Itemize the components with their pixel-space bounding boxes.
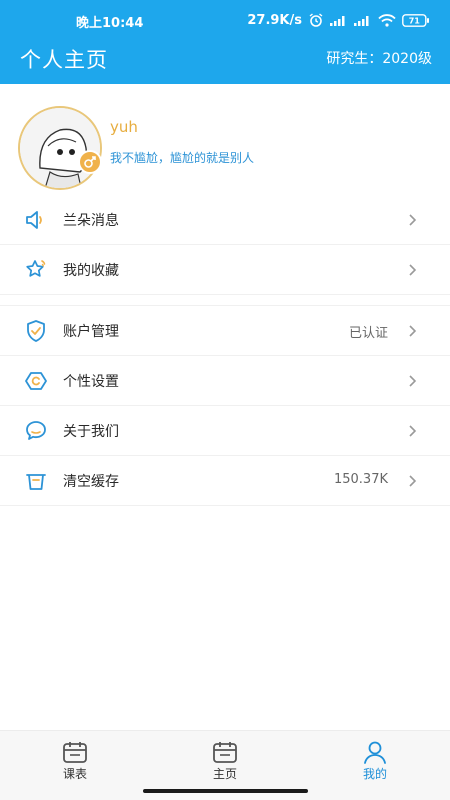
top-bar: 晚上10:44 27.9K/s 71 个人主页 研究生：2020级 <box>0 0 450 84</box>
menu-label: 个性设置 <box>63 374 119 390</box>
chevron-right-icon <box>409 264 417 276</box>
menu-label: 账户管理 <box>63 324 119 340</box>
chat-bubble-icon <box>26 421 46 440</box>
signal-hd-icon <box>354 16 369 26</box>
male-gender-icon <box>78 150 102 174</box>
menu-label: 清空缓存 <box>63 474 119 490</box>
tab-label: 我的 <box>362 767 387 781</box>
battery-icon: 71 <box>402 13 429 27</box>
tab-schedule[interactable]: 课表 <box>0 731 150 789</box>
page-title: 个人主页 <box>20 48 108 72</box>
chevron-right-icon <box>409 325 417 337</box>
menu-item-personalization[interactable]: 个性设置 <box>0 356 450 406</box>
section-divider <box>0 295 450 306</box>
student-level: 研究生：2020级 <box>326 51 432 67</box>
menu-item-clear-cache[interactable]: 清空缓存 150.37K <box>0 456 450 506</box>
wifi-icon <box>378 13 396 27</box>
chevron-right-icon <box>409 475 417 487</box>
menu-item-about[interactable]: 关于我们 <box>0 406 450 456</box>
tab-mine[interactable]: 我的 <box>300 731 450 789</box>
chevron-right-icon <box>409 375 417 387</box>
alarm-icon <box>309 13 323 27</box>
speaker-icon <box>26 211 42 229</box>
chevron-right-icon <box>409 214 417 226</box>
status-time: 晚上10:44 <box>76 16 144 31</box>
avatar-image <box>20 108 100 188</box>
cache-size: 150.37K <box>333 472 388 487</box>
menu-label: 我的收藏 <box>63 263 119 279</box>
status-right: 27.9K/s 71 <box>247 12 430 28</box>
status-bar: 晚上10:44 27.9K/s 71 <box>0 0 450 40</box>
signal-icon <box>330 16 345 26</box>
tab-label: 主页 <box>212 767 237 781</box>
menu-label: 兰朵消息 <box>63 213 119 229</box>
hexagon-settings-icon <box>25 372 47 390</box>
menu-item-messages[interactable]: 兰朵消息 <box>0 195 450 245</box>
battery-level: 71 <box>409 16 421 25</box>
star-icon <box>26 260 46 277</box>
shield-check-icon <box>27 320 45 342</box>
calendar-home-icon <box>213 742 237 763</box>
network-speed: 27.9K/s <box>247 12 302 28</box>
calendar-icon <box>63 742 87 763</box>
menu-item-favorites[interactable]: 我的收藏 <box>0 245 450 295</box>
menu-item-account[interactable]: 账户管理 已认证 <box>0 306 450 356</box>
username: yuh <box>110 118 138 136</box>
chevron-right-icon <box>409 425 417 437</box>
tab-home[interactable]: 主页 <box>150 731 300 789</box>
trash-icon <box>26 474 46 490</box>
user-signature: 我不尴尬，尴尬的就是别人 <box>110 151 255 165</box>
verified-status: 已认证 <box>348 326 388 341</box>
person-icon <box>364 741 386 764</box>
avatar[interactable] <box>18 106 102 190</box>
tab-label: 课表 <box>62 767 87 781</box>
menu-group-messages: 兰朵消息 我的收藏 账户管理 已认证 个性设置 关于我们 清空缓存 150.37… <box>0 195 450 506</box>
home-indicator[interactable] <box>143 789 308 793</box>
menu-label: 关于我们 <box>63 424 119 440</box>
